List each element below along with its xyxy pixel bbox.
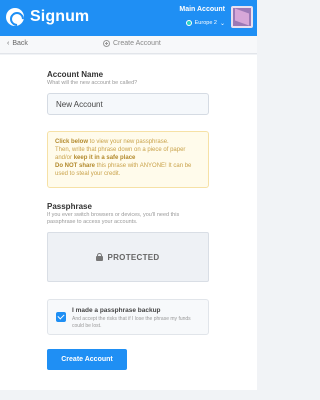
- backup-description: And accept the risks that if I lose the …: [72, 316, 191, 329]
- account-name-hint: What will the new account be called?: [47, 80, 138, 86]
- app-header: Signum Main Account Europe 2 ⌄: [0, 0, 257, 36]
- account-name[interactable]: Main Account: [179, 6, 225, 13]
- backup-checkbox[interactable]: [56, 312, 66, 322]
- page-title: Create Account: [103, 40, 161, 47]
- passphrase-hint: If you ever switch browsers or devices, …: [47, 212, 180, 225]
- create-account-button[interactable]: Create Account: [47, 349, 127, 370]
- backup-confirmation[interactable]: I made a passphrase backup And accept th…: [47, 299, 209, 335]
- app-name: Signum: [30, 8, 90, 25]
- passphrase-label: Passphrase: [47, 202, 92, 211]
- back-label: Back: [12, 40, 28, 47]
- account-name-label: Account Name: [47, 70, 104, 79]
- account-avatar[interactable]: [231, 6, 253, 28]
- chevron-down-icon: ⌄: [219, 20, 225, 27]
- chevron-left-icon: ‹: [7, 40, 10, 47]
- warning-line1: to view your new passphrase.: [88, 139, 169, 145]
- protected-text: PROTECTED: [107, 252, 160, 262]
- page-title-text: Create Account: [113, 40, 161, 47]
- page-toolbar: ‹ Back Create Account: [0, 36, 257, 54]
- passphrase-warning: Click below to view your new passphrase.…: [47, 131, 209, 188]
- app-logo[interactable]: Signum: [6, 8, 89, 26]
- backup-title: I made a passphrase backup: [72, 307, 161, 314]
- plus-circle-icon: [103, 40, 110, 47]
- warning-line2-bold: keep it in a safe place: [73, 155, 136, 161]
- lock-icon: [96, 253, 104, 261]
- warning-line1-bold: Click below: [55, 139, 89, 145]
- passphrase-reveal-box[interactable]: PROTECTED: [47, 232, 209, 282]
- warning-line3-bold: Do NOT share: [55, 163, 96, 169]
- network-status-icon: [185, 20, 192, 26]
- back-button[interactable]: ‹ Back: [7, 40, 28, 47]
- account-name-input[interactable]: [47, 93, 209, 115]
- signum-logo-icon: [6, 8, 24, 26]
- network-selector[interactable]: Europe 2 ⌄: [185, 18, 225, 28]
- network-name: Europe 2: [194, 20, 217, 26]
